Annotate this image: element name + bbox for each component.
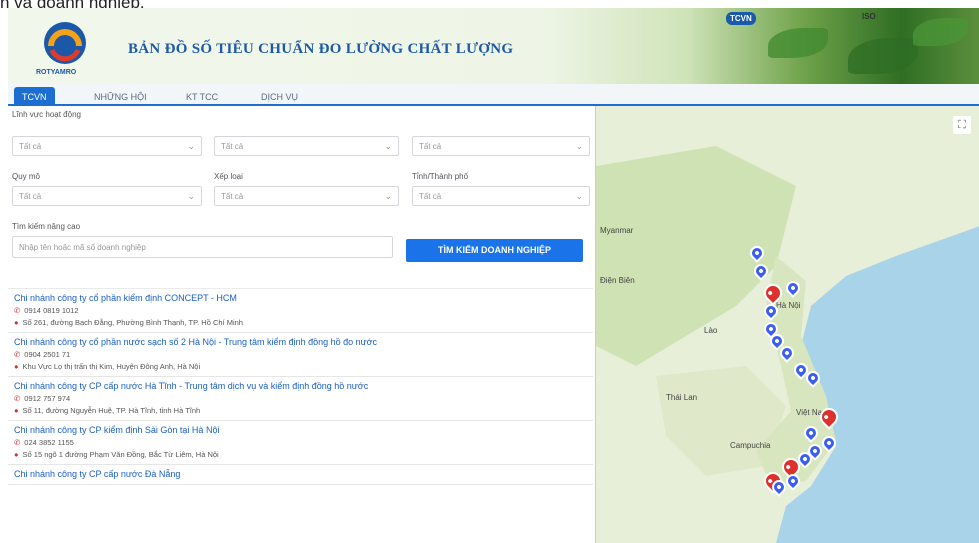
tab-tcvn[interactable]: TCVN	[14, 87, 55, 106]
item-address: ● Số 15 ngõ 1 đường Phạm Văn Đồng, Bắc Từ…	[14, 450, 587, 459]
item-title[interactable]: Chi nhánh công ty CP cấp nước Hà Tĩnh - …	[14, 381, 587, 391]
location-pin-icon: ●	[14, 450, 19, 459]
list-item[interactable]: Chi nhánh công ty CP kiểm định Sài Gòn t…	[8, 421, 593, 465]
chevron-down-icon: ⌄	[575, 191, 583, 201]
phone-icon: ✆	[14, 350, 21, 359]
map-label: Hà Nội	[776, 301, 801, 310]
search-button[interactable]: TÌM KIẾM DOANH NGHIỆP	[406, 239, 583, 262]
field-select-1[interactable]: Tất cả ⌄	[12, 136, 202, 156]
scale-select[interactable]: Tất cả ⌄	[12, 186, 202, 206]
item-phone: ✆ 0904 2501 71	[14, 350, 587, 359]
list-item[interactable]: Chi nhánh công ty cổ phần nước sạch số 2…	[8, 333, 593, 377]
province-select[interactable]: Tất cả ⌄	[412, 186, 590, 206]
results-list: Chi nhánh công ty cổ phần kiểm định CONC…	[8, 288, 593, 543]
tab-kt-tcc[interactable]: KT TCC	[178, 87, 226, 106]
iso-badge: ISO	[862, 12, 876, 21]
phone-text: 024 3852 1155	[24, 438, 74, 447]
field-label: Lĩnh vực hoạt động	[12, 110, 81, 119]
select-value: Tất cả	[221, 192, 244, 201]
logo-text: ROTYAMRO	[36, 69, 77, 76]
map-view[interactable]: ⛶ Điện Biên Lào Thái Lan Campuchia Việt …	[595, 106, 979, 543]
phone-text: 0904 2501 71	[24, 350, 71, 359]
item-title[interactable]: Chi nhánh công ty cổ phần nước sạch số 2…	[14, 337, 587, 347]
list-item[interactable]: Chi nhánh công ty CP cấp nước Đà Nẵng	[8, 465, 593, 485]
header-banner: ROTYAMRO BẢN ĐỒ SỐ TIÊU CHUẨN ĐO LƯỜNG C…	[8, 8, 979, 84]
page-title: BẢN ĐỒ SỐ TIÊU CHUẨN ĐO LƯỜNG CHẤT LƯỢNG	[128, 41, 514, 57]
phone-icon: ✆	[14, 306, 21, 315]
item-address: ● Số 261, đường Bạch Đằng, Phường Bình Th…	[14, 318, 587, 327]
location-pin-icon: ●	[14, 406, 19, 415]
logo-icon[interactable]	[42, 20, 88, 66]
item-address: ● Số 11, đường Nguyễn Huệ, TP. Hà Tĩnh, t…	[14, 406, 587, 415]
search-input[interactable]: Nhập tên hoặc mã số doanh nghiệp	[12, 236, 393, 258]
select-value: Tất cả	[19, 142, 42, 151]
address-text: Số 11, đường Nguyễn Huệ, TP. Hà Tĩnh, tỉ…	[22, 406, 201, 415]
province-label: Tỉnh/Thành phố	[412, 172, 469, 181]
item-phone: ✆ 0914 0819 1012	[14, 306, 587, 315]
address-text: Khu Vực Lọ thị trấn thị Kim, Huyện Đông …	[22, 362, 201, 371]
address-text: Số 15 ngõ 1 đường Phạm Văn Đồng, Bắc Từ …	[22, 450, 219, 459]
select-value: Tất cả	[419, 192, 442, 201]
select-value: Tất cả	[221, 142, 244, 151]
select-value: Tất cả	[419, 142, 442, 151]
item-address: ● Khu Vực Lọ thị trấn thị Kim, Huyện Đông…	[14, 362, 587, 371]
list-item[interactable]: Chi nhánh công ty cổ phần kiểm định CONC…	[8, 289, 593, 333]
map-label: Myanmar	[600, 226, 634, 235]
phone-text: 0912 757 974	[24, 394, 71, 403]
item-title[interactable]: Chi nhánh công ty CP kiểm định Sài Gòn t…	[14, 425, 587, 435]
select-value: Tất cả	[19, 192, 42, 201]
rank-label: Xếp loại	[214, 172, 243, 181]
field-select-2[interactable]: Tất cả ⌄	[214, 136, 399, 156]
map-label: Campuchia	[730, 441, 771, 450]
tab-bar: TCVN NHỮNG HỘI KT TCC DỊCH VỤ	[8, 84, 979, 106]
address-text: Số 261, đường Bạch Đằng, Phường Bình Thạ…	[22, 318, 243, 327]
leaf-decoration	[848, 38, 918, 74]
field-select-3[interactable]: Tất cả ⌄	[412, 136, 590, 156]
location-pin-icon: ●	[14, 362, 19, 371]
scale-label: Quy mô	[12, 172, 41, 181]
item-phone: ✆ 0912 757 974	[14, 394, 587, 403]
phone-text: 0914 0819 1012	[24, 306, 79, 315]
tcvn-badge: TCVN	[726, 12, 756, 25]
chevron-down-icon: ⌄	[384, 191, 392, 201]
map-label: Lào	[704, 326, 718, 335]
leaf-decoration	[913, 18, 968, 46]
rank-select[interactable]: Tất cả ⌄	[214, 186, 399, 206]
list-item[interactable]: Chi nhánh công ty CP cấp nước Hà Tĩnh - …	[8, 377, 593, 421]
item-title[interactable]: Chi nhánh công ty CP cấp nước Đà Nẵng	[14, 469, 587, 479]
map-label: Điện Biên	[600, 276, 635, 285]
location-pin-icon: ●	[14, 318, 19, 327]
leaf-decoration	[768, 28, 828, 58]
chevron-down-icon: ⌄	[187, 191, 195, 201]
chevron-down-icon: ⌄	[575, 141, 583, 151]
fullscreen-icon[interactable]: ⛶	[953, 116, 971, 134]
search-label: Tìm kiếm nâng cao	[12, 222, 81, 231]
item-phone: ✆ 024 3852 1155	[14, 438, 587, 447]
tab-dich-vu[interactable]: DỊCH VỤ	[253, 87, 306, 106]
chevron-down-icon: ⌄	[187, 141, 195, 151]
tab-nhung-hoi[interactable]: NHỮNG HỘI	[86, 87, 155, 106]
phone-icon: ✆	[14, 394, 21, 403]
map-label: Thái Lan	[666, 393, 698, 402]
chevron-down-icon: ⌄	[384, 141, 392, 151]
phone-icon: ✆	[14, 438, 21, 447]
item-title[interactable]: Chi nhánh công ty cổ phần kiểm định CONC…	[14, 293, 587, 303]
